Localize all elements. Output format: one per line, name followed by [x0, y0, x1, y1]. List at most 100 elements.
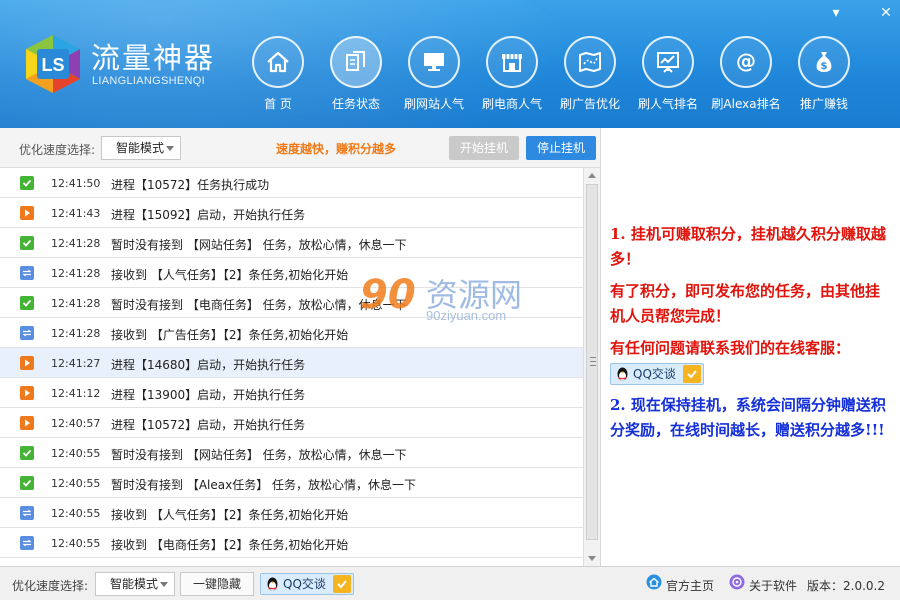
minimize-icon[interactable]: ▾	[826, 4, 846, 22]
bottom-qq-chat-button[interactable]: QQ交谈	[260, 573, 354, 595]
app-header: ▾ ✕ LS 流量神器 LIANGLIANGSHENQI 首 页 任务状态 刷网…	[0, 0, 900, 128]
nav-task-status-label: 任务状态	[331, 97, 380, 111]
log-row[interactable]: 12:40:55 暂时没有接到 【网站任务】 任务，放松心情，休息一下	[0, 438, 583, 468]
close-icon[interactable]: ✕	[876, 4, 896, 22]
task-toolbar: 优化速度选择: 智能模式 速度越快，赚积分越多 开始挂机 停止挂机	[0, 128, 600, 168]
log-row[interactable]	[0, 558, 583, 566]
nav-alexa-rank[interactable]: @ 刷Alexa排名	[707, 36, 785, 120]
info-earn-points: 1. 挂机可赚取积分，挂机越久积分赚取越多！	[610, 225, 886, 268]
log-message: 接收到 【人气任务】【2】条任务,初始化开始	[111, 268, 349, 282]
log-message: 进程【13900】启动，开始执行任务	[111, 388, 306, 402]
stop-hangup-button[interactable]: 停止挂机	[526, 136, 596, 160]
official-home-link[interactable]: 官方主页	[666, 577, 714, 594]
check-icon	[683, 365, 701, 383]
log-row[interactable]: 12:41:27 进程【14680】启动，开始执行任务	[0, 348, 583, 378]
scroll-down-icon[interactable]	[584, 550, 600, 566]
bottom-speed-value: 智能模式	[110, 577, 159, 591]
nav-popularity-rank[interactable]: 刷人气排名	[629, 36, 707, 120]
svg-text:$: $	[821, 61, 828, 72]
nav-home[interactable]: 首 页	[239, 36, 317, 120]
log-message: 接收到 【电商任务】【2】条任务,初始化开始	[111, 538, 349, 552]
play-icon	[20, 386, 34, 400]
watermark-number: 90	[360, 272, 416, 318]
log-time: 12:40:55	[51, 477, 101, 490]
log-row[interactable]: 12:41:50 进程【10572】任务执行成功	[0, 168, 583, 198]
log-row[interactable]: 12:40:55 接收到 【人气任务】【2】条任务,初始化开始	[0, 498, 583, 528]
log-row[interactable]: 12:40:55 暂时没有接到 【Aleax任务】 任务，放松心情，休息一下	[0, 468, 583, 498]
nav-website-traffic-label: 刷网站人气	[403, 97, 464, 111]
success-check-icon	[20, 176, 34, 190]
speed-label: 优化速度选择:	[19, 143, 96, 157]
start-hangup-button[interactable]: 开始挂机	[449, 136, 519, 160]
log-time: 12:41:28	[51, 297, 101, 310]
log-message: 进程【14680】启动，开始执行任务	[111, 358, 306, 372]
log-row[interactable]: 12:40:57 进程【10572】启动，开始执行任务	[0, 408, 583, 438]
bottom-speed-select[interactable]: 智能模式	[95, 572, 175, 596]
log-time: 12:41:28	[51, 327, 101, 340]
log-message: 暂时没有接到 【Aleax任务】 任务，放松心情，休息一下	[111, 478, 417, 492]
svg-text:@: @	[736, 50, 756, 73]
map-icon	[579, 52, 601, 72]
log-message: 进程【10572】任务执行成功	[111, 178, 270, 192]
log-time: 12:40:55	[51, 507, 101, 520]
log-message: 进程【10572】启动，开始执行任务	[111, 418, 306, 432]
panel-divider	[600, 128, 601, 566]
log-time: 12:41:27	[51, 357, 101, 370]
log-row[interactable]: 12:40:55 接收到 【电商任务】【2】条任务,初始化开始	[0, 528, 583, 558]
nav-ecommerce-traffic-label: 刷电商人气	[481, 97, 542, 111]
info-contact: 有任何问题请联系我们的在线客服： QQ交谈	[610, 336, 890, 386]
hide-window-button[interactable]: 一键隐藏	[180, 572, 254, 596]
nav-alexa-rank-label: 刷Alexa排名	[711, 97, 781, 111]
nav-ad-optimize[interactable]: 刷广告优化	[551, 36, 629, 120]
scroll-up-icon[interactable]	[584, 168, 600, 184]
success-check-icon	[20, 446, 34, 460]
play-icon	[20, 206, 34, 220]
bottom-bar: 优化速度选择: 智能模式 一键隐藏 QQ交谈 官方主页 关于软件 版本：2.0.…	[0, 566, 900, 600]
app-logo-icon: LS	[26, 35, 80, 93]
money-bag-icon: $	[816, 52, 832, 72]
log-time: 12:40:55	[51, 537, 101, 550]
nav-home-label: 首 页	[264, 97, 292, 111]
nav-promote-earn[interactable]: $ 推广赚钱	[785, 36, 863, 120]
log-row[interactable]: 12:41:28 暂时没有接到 【网站任务】 任务，放松心情，休息一下	[0, 228, 583, 258]
success-check-icon	[20, 236, 34, 250]
log-row[interactable]: 12:41:12 进程【13900】启动，开始执行任务	[0, 378, 583, 408]
home-page-icon[interactable]	[646, 574, 662, 590]
watermark: 90 资源网 90ziyuan.com	[360, 268, 550, 330]
log-scrollbar[interactable]	[583, 168, 600, 566]
grip-icon	[590, 357, 596, 366]
transfer-icon	[20, 506, 34, 520]
log-message: 暂时没有接到 【网站任务】 任务，放松心情，休息一下	[111, 448, 407, 462]
play-icon	[20, 356, 34, 370]
log-row[interactable]: 12:41:43 进程【15092】启动，开始执行任务	[0, 198, 583, 228]
shop-icon	[502, 54, 522, 72]
version-text: 版本：2.0.0.2	[807, 579, 885, 593]
nav-website-traffic[interactable]: 刷网站人气	[395, 36, 473, 120]
success-check-icon	[20, 296, 34, 310]
scroll-thumb[interactable]	[586, 184, 598, 540]
home-icon	[267, 51, 289, 73]
log-message: 暂时没有接到 【网站任务】 任务，放松心情，休息一下	[111, 238, 407, 252]
brand-subtitle: LIANGLIANGSHENQI	[92, 75, 205, 87]
qq-chat-label: QQ交谈	[633, 367, 676, 381]
nav-task-status[interactable]: 任务状态	[317, 36, 395, 120]
nav-promote-earn-label: 推广赚钱	[799, 97, 848, 111]
watermark-url: 90ziyuan.com	[426, 308, 507, 323]
play-icon	[20, 416, 34, 430]
speed-slogan: 速度越快，赚积分越多	[276, 142, 397, 156]
info-bonus: 2. 现在保持挂机，系统会间隔分钟赠送积分奖励，在线时间越长，赠送积分越多!!!	[610, 396, 886, 439]
task-log-list[interactable]: 12:41:50 进程【10572】任务执行成功 12:41:43 进程【15092】…	[0, 168, 583, 566]
about-software-link[interactable]: 关于软件	[749, 577, 797, 594]
qq-chat-button[interactable]: QQ交谈	[610, 363, 704, 385]
transfer-icon	[20, 536, 34, 550]
about-icon[interactable]	[729, 574, 745, 590]
log-time: 12:41:50	[51, 177, 101, 190]
nav-ecommerce-traffic[interactable]: 刷电商人气	[473, 36, 551, 120]
success-check-icon	[20, 476, 34, 490]
speed-mode-select[interactable]: 智能模式	[101, 136, 181, 160]
speed-mode-value: 智能模式	[116, 141, 165, 155]
at-icon: @	[736, 50, 756, 73]
log-message: 进程【15092】启动，开始执行任务	[111, 208, 306, 222]
log-message: 接收到 【广告任务】【2】条任务,初始化开始	[111, 328, 349, 342]
bottom-qq-chat-label: QQ交谈	[283, 577, 326, 591]
